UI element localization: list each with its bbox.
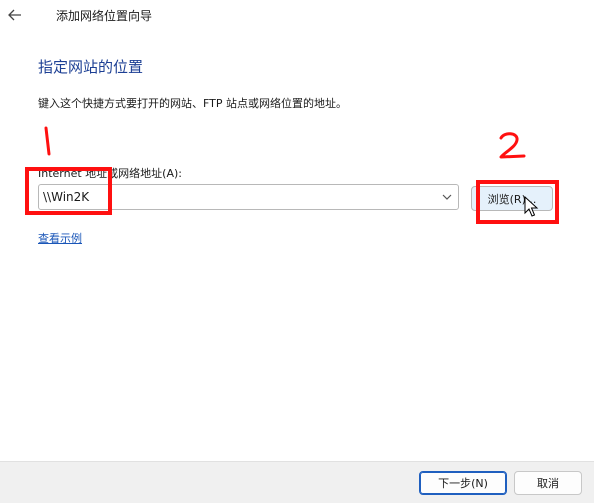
annotation-mark-2	[499, 132, 526, 159]
annotation-box-2	[476, 180, 559, 224]
title-bar: 添加网络位置向导	[0, 0, 594, 34]
annotation-mark-1	[44, 126, 51, 156]
back-arrow-icon	[8, 6, 22, 25]
footer-bar: 下一步(N) 取消	[0, 461, 594, 503]
page-heading: 指定网站的位置	[38, 58, 144, 76]
page-description: 键入这个快捷方式要打开的网站、FTP 站点或网络位置的地址。	[38, 97, 347, 110]
mouse-pointer-icon	[524, 196, 539, 217]
back-button[interactable]	[4, 4, 26, 26]
annotation-box-1	[25, 167, 112, 215]
cancel-button[interactable]: 取消	[514, 471, 582, 495]
chevron-down-icon[interactable]	[440, 190, 454, 204]
next-button[interactable]: 下一步(N)	[419, 471, 507, 495]
window-title: 添加网络位置向导	[56, 9, 153, 23]
add-network-location-wizard: 添加网络位置向导 指定网站的位置 键入这个快捷方式要打开的网站、FTP 站点或网…	[0, 0, 594, 503]
view-examples-link[interactable]: 查看示例	[38, 230, 82, 246]
